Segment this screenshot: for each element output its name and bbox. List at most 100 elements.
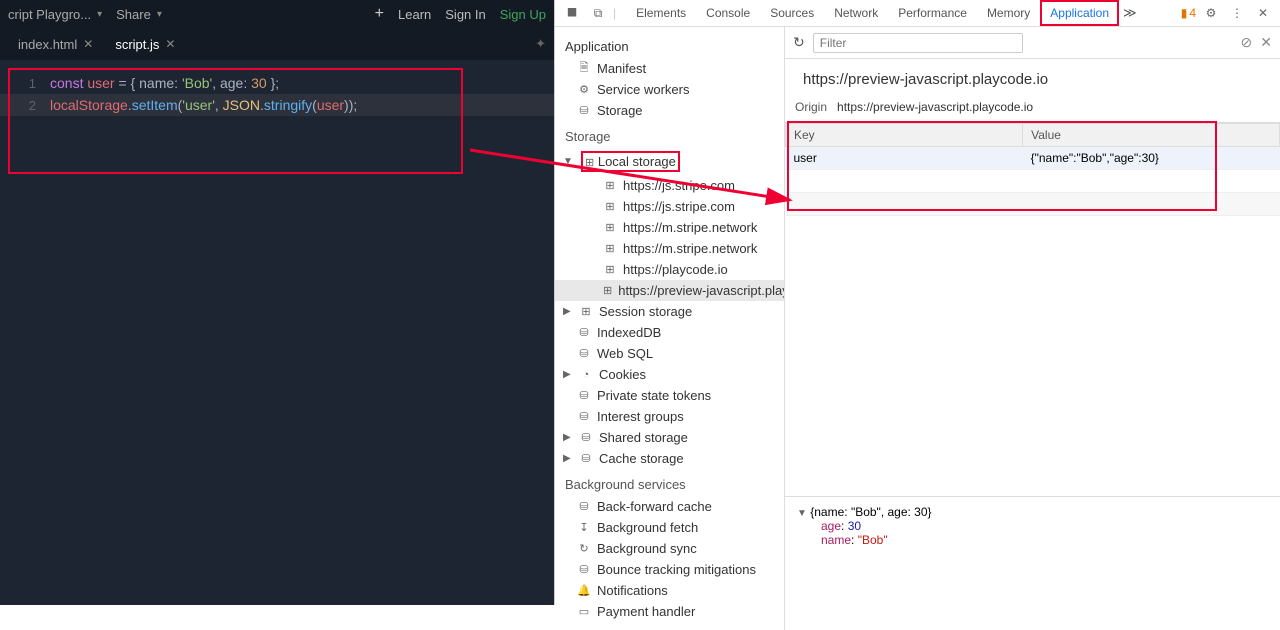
- caret-down-icon[interactable]: ▼: [797, 508, 807, 519]
- clear-icon[interactable]: ⊘: [1241, 34, 1253, 51]
- sparkle-icon[interactable]: ✦: [535, 36, 546, 52]
- sidebar-bfc[interactable]: ⛁Back-forward cache: [555, 496, 784, 517]
- col-value[interactable]: Value: [1023, 124, 1280, 147]
- ls-origin[interactable]: ⊞https://m.stripe.network: [555, 217, 784, 238]
- learn-link[interactable]: Learn: [398, 7, 431, 22]
- storage-table[interactable]: Key Value user {"name":"Bob","age":30}: [785, 123, 1280, 216]
- grid-icon: ⊞: [603, 263, 617, 277]
- cookie-icon: ◔: [579, 368, 593, 382]
- tab-application[interactable]: Application: [1040, 0, 1119, 26]
- signup-link[interactable]: Sign Up: [500, 7, 546, 22]
- inspect-icon[interactable]: ⯀: [561, 2, 583, 24]
- gear-icon[interactable]: ⚙: [1200, 2, 1222, 24]
- caret-right-icon: ▶: [563, 432, 573, 443]
- kebab-icon[interactable]: ⋮: [1226, 2, 1248, 24]
- grid-icon: ⊞: [603, 242, 617, 256]
- editor-tabs: index.html✕ script.js✕ ✦: [0, 28, 554, 60]
- file-icon: 🗎: [577, 62, 591, 76]
- sidebar-pst[interactable]: ⛁Private state tokens: [555, 385, 784, 406]
- signin-link[interactable]: Sign In: [445, 7, 485, 22]
- close-icon[interactable]: ✕: [165, 37, 175, 51]
- sidebar-interest[interactable]: ⛁Interest groups: [555, 406, 784, 427]
- sidebar-cache[interactable]: ▶⛁Cache storage: [555, 448, 784, 469]
- device-icon[interactable]: ⧉: [587, 2, 609, 24]
- ls-origin[interactable]: ⊞https://playcode.io: [555, 259, 784, 280]
- db-icon: ⛁: [577, 410, 591, 424]
- gear-icon: ⚙: [577, 83, 591, 97]
- editor-topbar: cript Playgro... ▾ Share ▾ + Learn Sign …: [0, 0, 554, 28]
- cell-key[interactable]: user: [786, 147, 1023, 170]
- warning-badge[interactable]: ▮4: [1181, 6, 1196, 20]
- sidebar-websql[interactable]: ⛁Web SQL: [555, 343, 784, 364]
- gutter: 2: [12, 98, 36, 113]
- close-icon[interactable]: ✕: [1252, 2, 1274, 24]
- chevron-down-icon[interactable]: ▾: [97, 9, 102, 20]
- table-row-empty[interactable]: [786, 193, 1280, 216]
- gutter: 1: [12, 76, 36, 91]
- close-icon[interactable]: ✕: [1260, 34, 1272, 51]
- db-icon: ⛁: [579, 431, 593, 445]
- sidebar-notif[interactable]: 🔔Notifications: [555, 580, 784, 601]
- grid-icon: ⊞: [603, 221, 617, 235]
- sidebar-storage-summary[interactable]: ⛁Storage: [555, 100, 784, 121]
- tab-script-js[interactable]: script.js✕: [105, 31, 185, 58]
- cell-value[interactable]: {"name":"Bob","age":30}: [1023, 147, 1280, 170]
- sidebar-payment[interactable]: ▭Payment handler: [555, 601, 784, 622]
- sidebar-shared[interactable]: ▶⛁Shared storage: [555, 427, 784, 448]
- ls-origin[interactable]: ⊞https://m.stripe.network: [555, 238, 784, 259]
- storage-table-wrap: Key Value user {"name":"Bob","age":30}: [785, 123, 1280, 216]
- col-key[interactable]: Key: [786, 124, 1023, 147]
- plus-icon[interactable]: +: [375, 5, 384, 23]
- storage-toolbar: ↻ ⊘ ✕: [785, 27, 1280, 59]
- ls-origin-selected[interactable]: ⊞https://preview-javascript.playcode.io: [555, 280, 784, 301]
- tab-console[interactable]: Console: [696, 0, 760, 26]
- sidebar-bgs[interactable]: ↻Background sync: [555, 538, 784, 559]
- share-menu[interactable]: Share: [116, 7, 151, 22]
- sidebar-manifest[interactable]: 🗎Manifest: [555, 58, 784, 79]
- refresh-icon[interactable]: ↻: [793, 34, 805, 51]
- table-row[interactable]: user {"name":"Bob","age":30}: [786, 147, 1280, 170]
- db-icon: ⛁: [577, 104, 591, 118]
- tab-sources[interactable]: Sources: [760, 0, 824, 26]
- db-icon: ⛁: [577, 326, 591, 340]
- db-icon: ⛁: [577, 500, 591, 514]
- tab-index-html[interactable]: index.html✕: [8, 31, 103, 58]
- sidebar-indexeddb[interactable]: ⛁IndexedDB: [555, 322, 784, 343]
- grid-icon: ⊞: [579, 305, 593, 319]
- ls-origin[interactable]: ⊞https://js.stripe.com: [555, 196, 784, 217]
- section-bg: Background services: [555, 469, 784, 496]
- sidebar-cookies[interactable]: ▶◔Cookies: [555, 364, 784, 385]
- value-preview: ▼ {name: "Bob", age: 30} age: 30 name: "…: [785, 496, 1280, 555]
- tab-network[interactable]: Network: [824, 0, 888, 26]
- grid-icon: ⊞: [585, 157, 594, 169]
- db-icon: ⛁: [579, 452, 593, 466]
- close-icon[interactable]: ✕: [83, 37, 93, 51]
- tab-memory[interactable]: Memory: [977, 0, 1040, 26]
- code-area[interactable]: 1 const user = { name: 'Bob', age: 30 };…: [0, 60, 554, 605]
- caret-down-icon: ▼: [563, 156, 573, 167]
- download-icon: ↧: [577, 521, 591, 535]
- section-storage: Storage: [555, 121, 784, 148]
- sidebar-btm[interactable]: ⛁Bounce tracking mitigations: [555, 559, 784, 580]
- chevron-down-icon[interactable]: ▾: [157, 9, 162, 20]
- grid-icon: ⊞: [603, 179, 617, 193]
- caret-right-icon: ▶: [563, 306, 573, 317]
- grid-icon: ⊞: [603, 284, 612, 298]
- sidebar-session-storage[interactable]: ▶⊞Session storage: [555, 301, 784, 322]
- sidebar-local-storage[interactable]: ▼ ⊞ Local storage: [555, 148, 784, 175]
- table-row-empty[interactable]: [786, 170, 1280, 193]
- more-tabs[interactable]: ≫: [1123, 5, 1137, 21]
- project-title[interactable]: cript Playgro...: [8, 7, 91, 22]
- ls-origin[interactable]: ⊞https://js.stripe.com: [555, 175, 784, 196]
- caret-right-icon: ▶: [563, 369, 573, 380]
- sync-icon: ↻: [577, 542, 591, 556]
- filter-input[interactable]: [813, 33, 1023, 53]
- caret-right-icon: ▶: [563, 453, 573, 464]
- origin-value: https://preview-javascript.playcode.io: [837, 100, 1033, 114]
- sidebar-service-workers[interactable]: ⚙Service workers: [555, 79, 784, 100]
- tab-performance[interactable]: Performance: [888, 0, 977, 26]
- sidebar-bgf[interactable]: ↧Background fetch: [555, 517, 784, 538]
- tab-elements[interactable]: Elements: [626, 0, 696, 26]
- devtools-main: ↻ ⊘ ✕ https://preview-javascript.playcod…: [785, 27, 1280, 630]
- devtools-pane: ⯀ ⧉ | Elements Console Sources Network P…: [554, 0, 1280, 605]
